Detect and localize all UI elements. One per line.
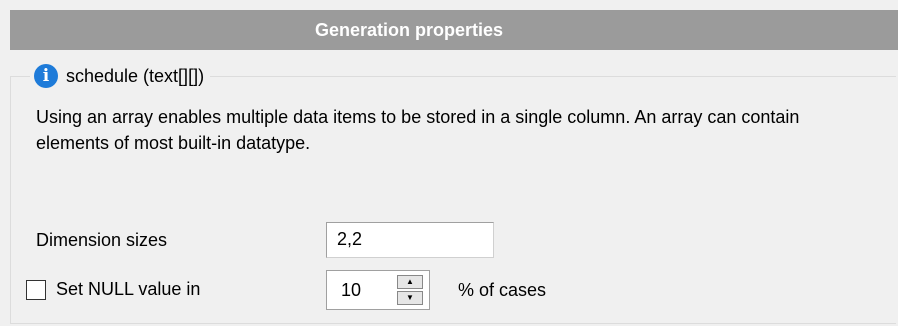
info-icon: i — [34, 64, 58, 88]
generation-properties-header: Generation properties — [10, 10, 898, 50]
dimension-sizes-input[interactable]: 2,2 — [326, 222, 494, 258]
description-text: Using an array enables multiple data ite… — [36, 107, 800, 153]
null-percent-spinner[interactable]: 10 ▲ ▼ — [326, 270, 430, 310]
spinner-buttons: ▲ ▼ — [397, 275, 423, 305]
up-arrow-icon: ▲ — [406, 277, 414, 286]
null-percent-value[interactable]: 10 — [341, 280, 361, 301]
set-null-label[interactable]: Set NULL value in — [56, 279, 200, 300]
header-title: Generation properties — [314, 19, 504, 40]
group-title: schedule (text[][]) — [66, 65, 205, 86]
percent-of-cases-label: % of cases — [458, 280, 547, 300]
set-null-checkbox[interactable] — [26, 280, 46, 300]
spin-down-button[interactable]: ▼ — [397, 291, 423, 305]
down-arrow-icon: ▼ — [406, 293, 414, 302]
group-legend: i schedule (text[][]) — [30, 60, 211, 92]
spin-up-button[interactable]: ▲ — [397, 275, 423, 289]
dimension-sizes-label: Dimension sizes — [36, 230, 168, 250]
